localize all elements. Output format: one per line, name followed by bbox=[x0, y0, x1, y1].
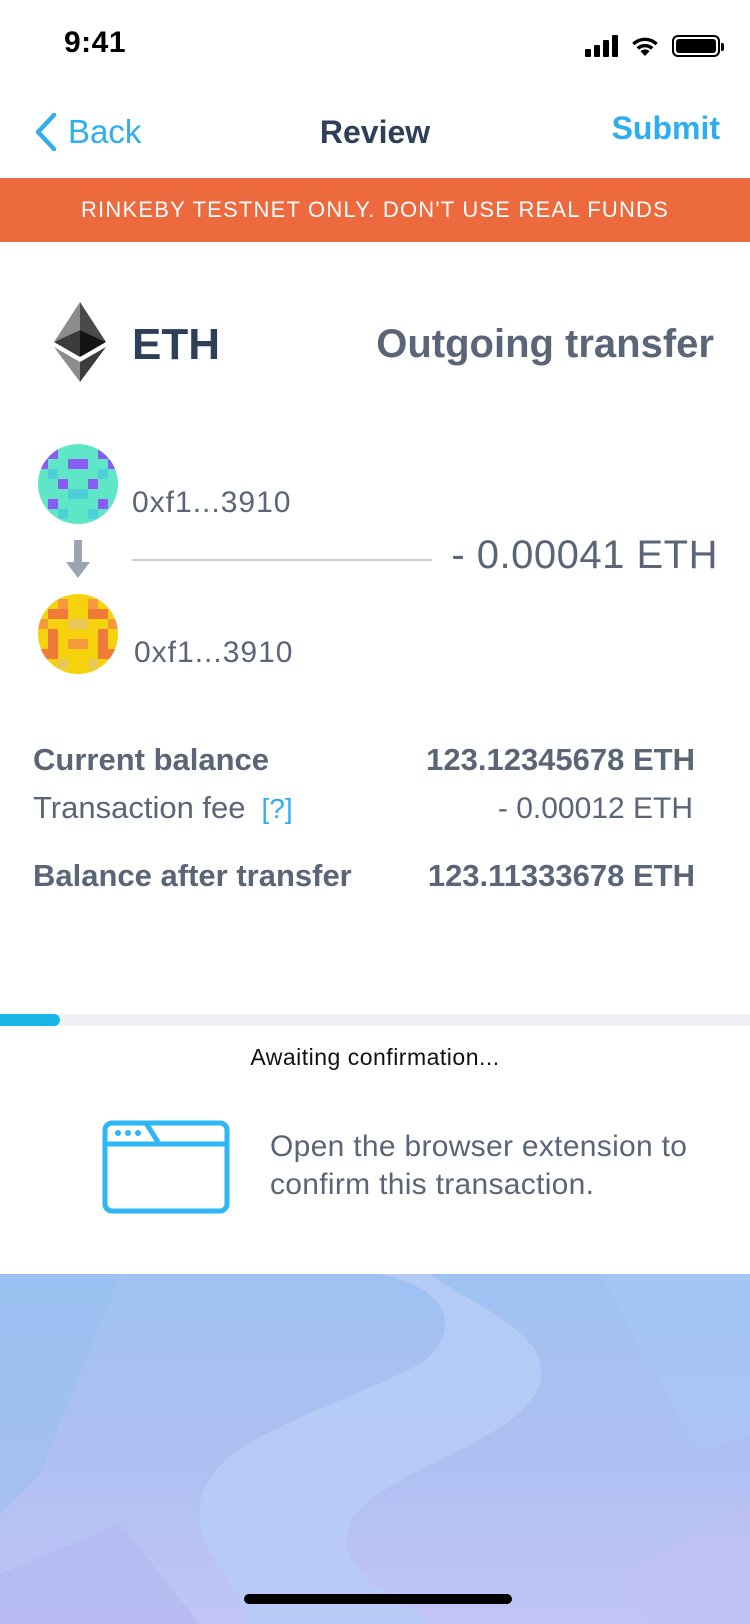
submit-button[interactable]: Submit bbox=[612, 110, 720, 147]
transfer-type: Outgoing transfer bbox=[376, 322, 714, 366]
status-bar: 9:41 bbox=[0, 0, 750, 88]
recipient-avatar bbox=[38, 594, 118, 674]
wifi-icon bbox=[632, 37, 658, 56]
recipient-address: 0xf1...3910 bbox=[134, 636, 294, 669]
battery-icon bbox=[672, 35, 724, 57]
confirmation-instruction: Open the browser extension to confirm th… bbox=[270, 1130, 688, 1201]
status-time: 9:41 bbox=[64, 26, 127, 59]
transaction-fee-label-group: Transaction fee [?] bbox=[33, 790, 293, 826]
decorative-background bbox=[0, 1274, 750, 1624]
confirmation-progress-bar bbox=[0, 1014, 750, 1026]
cellular-signal-icon bbox=[585, 35, 618, 57]
transaction-fee-value: - 0.00012 ETH bbox=[497, 792, 693, 825]
confirmation-status: Awaiting confirmation... bbox=[250, 1044, 500, 1070]
ethereum-icon bbox=[54, 302, 106, 382]
current-balance-row: Current balance 123.12345678 ETH bbox=[33, 742, 695, 778]
balance-after-label: Balance after transfer bbox=[33, 858, 352, 893]
transfer-divider bbox=[132, 559, 432, 561]
balance-after-value: 123.11333678 ETH bbox=[427, 858, 695, 893]
current-balance-value: 123.12345678 ETH bbox=[426, 742, 695, 777]
balance-after-row: Balance after transfer 123.11333678 ETH bbox=[33, 858, 695, 894]
road-illustration bbox=[0, 1274, 750, 1624]
testnet-warning-banner: RINKEBY TESTNET ONLY. DON'T USE REAL FUN… bbox=[0, 178, 750, 242]
home-indicator[interactable] bbox=[244, 1594, 512, 1604]
progress-fill bbox=[0, 1014, 60, 1026]
arrow-down-icon bbox=[66, 540, 90, 578]
transfer-amount: - 0.00041 ETH bbox=[451, 533, 718, 577]
browser-window-icon bbox=[102, 1120, 230, 1214]
token-header: ETH Outgoing transfer bbox=[0, 298, 750, 388]
sender-avatar bbox=[38, 444, 118, 524]
nav-bar: Back Review Submit bbox=[0, 98, 750, 178]
transaction-fee-row: Transaction fee [?] - 0.00012 ETH bbox=[33, 790, 695, 826]
token-symbol: ETH bbox=[132, 320, 220, 369]
status-icons bbox=[585, 32, 724, 60]
current-balance-label: Current balance bbox=[33, 742, 270, 777]
transaction-fee-label: Transaction fee bbox=[33, 790, 246, 825]
fee-help-link[interactable]: [?] bbox=[262, 793, 293, 824]
sender-address: 0xf1...3910 bbox=[132, 486, 292, 519]
